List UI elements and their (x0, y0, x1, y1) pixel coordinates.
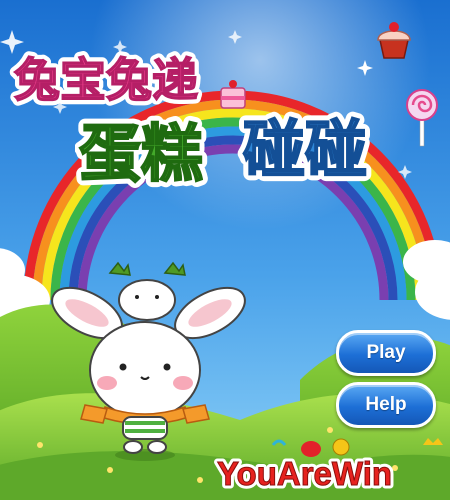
youarewin-logo[interactable]: YouAreWin YouAreWin (213, 435, 447, 497)
title-cake-text: 蛋糕 (79, 117, 203, 190)
help-button-label: Help (365, 394, 407, 415)
game-scene: 兔宝兔递 兔宝兔递 蛋糕 蛋糕 碰碰 碰碰 Play Help YouAreWi… (0, 0, 450, 500)
lollipop-icon (406, 89, 438, 147)
game-title-line2: 蛋糕 蛋糕 碰碰 碰碰 (75, 107, 373, 195)
title-line1-text: 兔宝兔递 (14, 53, 198, 107)
play-button[interactable]: Play (336, 330, 436, 376)
help-button[interactable]: Help (336, 382, 436, 428)
cake-icon (220, 80, 246, 109)
title-bump-text: 碰碰 (243, 113, 367, 186)
game-title-line1: 兔宝兔递 兔宝兔递 (9, 48, 203, 112)
cupcake-icon (377, 22, 411, 59)
play-button-label: Play (366, 342, 406, 363)
logo-text: YouAreWin (217, 455, 392, 492)
